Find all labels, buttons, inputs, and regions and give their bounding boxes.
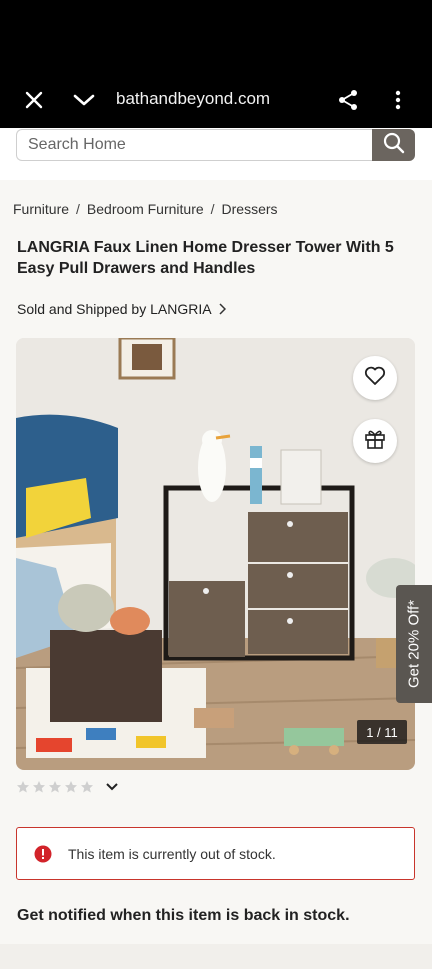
registry-button[interactable]	[353, 419, 397, 463]
more-vert-icon[interactable]	[384, 86, 412, 114]
status-bar	[0, 0, 432, 72]
breadcrumb-bedroom-furniture[interactable]: Bedroom Furniture	[87, 201, 204, 217]
chevron-down-icon[interactable]	[70, 86, 98, 114]
star-icon	[33, 781, 45, 793]
search-icon	[383, 132, 405, 159]
image-counter: 1 / 11	[357, 720, 407, 744]
browser-toolbar: bathandbeyond.com	[0, 72, 432, 128]
breadcrumb-furniture[interactable]: Furniture	[13, 201, 69, 217]
search-input[interactable]: Search Home	[16, 129, 372, 161]
star-icon	[17, 781, 29, 793]
notify-heading: Get notified when this item is back in s…	[17, 907, 350, 924]
star-icon	[65, 781, 77, 793]
product-photo	[16, 338, 415, 770]
breadcrumb-separator: /	[76, 201, 80, 217]
bottom-section	[0, 944, 432, 969]
rating-stars[interactable]	[16, 780, 118, 794]
product-image-gallery[interactable]: 1 / 11	[16, 338, 415, 770]
seller-link[interactable]: Sold and Shipped by LANGRIA	[17, 301, 226, 317]
alert-icon	[34, 845, 52, 862]
chevron-right-icon	[219, 303, 226, 315]
product-title: LANGRIA Faux Linen Home Dresser Tower Wi…	[17, 239, 394, 277]
heart-icon	[364, 366, 386, 391]
promo-tab[interactable]: Get 20% Off*	[396, 585, 432, 703]
star-icon	[49, 781, 61, 793]
breadcrumb: Furniture / Bedroom Furniture / Dressers	[13, 201, 278, 217]
wishlist-button[interactable]	[353, 356, 397, 400]
seller-label: Sold and Shipped by LANGRIA	[17, 301, 212, 317]
breadcrumb-separator: /	[210, 201, 215, 217]
search-button[interactable]	[372, 129, 415, 161]
promo-label: Get 20% Off*	[405, 599, 423, 689]
url-text[interactable]: bathandbeyond.com	[116, 89, 270, 109]
share-icon[interactable]	[334, 86, 362, 114]
breadcrumb-dressers[interactable]: Dressers	[222, 201, 278, 217]
gift-icon	[364, 428, 386, 455]
chevron-down-icon	[106, 783, 118, 791]
alert-message: This item is currently out of stock.	[68, 845, 276, 862]
search-bar: Search Home	[0, 128, 432, 180]
out-of-stock-alert: This item is currently out of stock.	[16, 827, 415, 880]
close-icon[interactable]	[20, 86, 48, 114]
star-icon	[81, 781, 93, 793]
